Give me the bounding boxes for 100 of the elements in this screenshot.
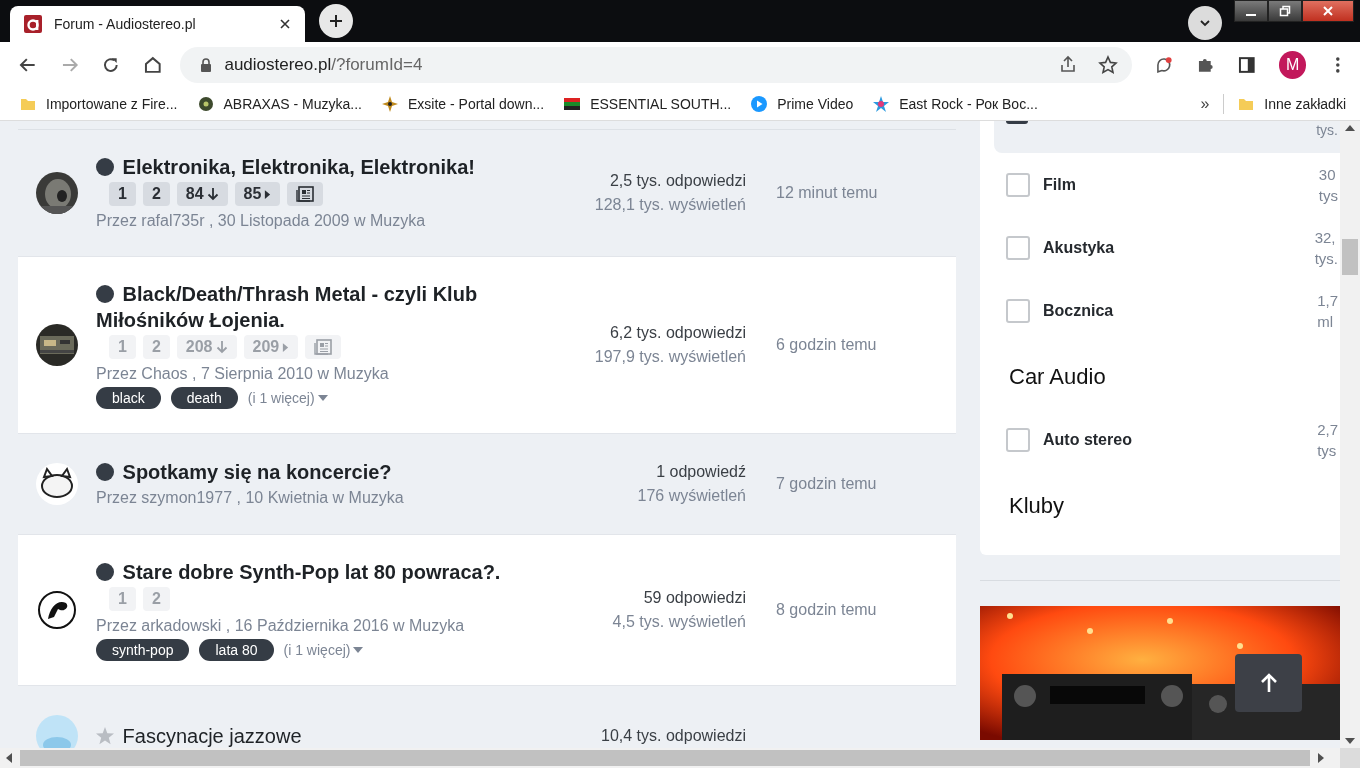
bookmark[interactable]: Importowane z Fire... bbox=[20, 96, 178, 112]
topic-title[interactable]: Elektronika, Elektronika, Elektronika! bbox=[96, 154, 532, 180]
section-heading: Car Audio bbox=[1008, 363, 1107, 391]
minimize-icon bbox=[1246, 14, 1256, 16]
topic-meta: Przez arkadowski , 16 Października 2016 w Muzyka bbox=[96, 616, 466, 636]
new-tab-button[interactable] bbox=[319, 4, 353, 38]
reply-count: 2,5 tys. odpowiedzi bbox=[608, 171, 746, 191]
forum-name[interactable]: Auto stereo bbox=[1043, 430, 1305, 449]
profile-button[interactable]: M bbox=[1278, 51, 1307, 79]
reply-count: 1 odpowiedź bbox=[655, 462, 746, 482]
page-link[interactable] bbox=[287, 182, 324, 206]
last-post-time[interactable]: 8 godzin temu bbox=[776, 601, 877, 618]
close-icon[interactable] bbox=[279, 18, 291, 30]
restore-icon bbox=[1279, 5, 1291, 17]
post-count: tys. bbox=[1314, 248, 1338, 269]
scroll-down-icon[interactable] bbox=[1345, 738, 1355, 744]
bookmark[interactable]: ESSENTIAL SOUTH... bbox=[564, 96, 732, 112]
reply-count: 10,4 tys. odpowiedzi bbox=[600, 726, 746, 746]
forum-name[interactable]: Akustyka bbox=[1043, 238, 1302, 257]
tag[interactable]: lata 80 bbox=[199, 639, 274, 661]
close-window-button[interactable] bbox=[1302, 0, 1354, 22]
scroll-up-icon[interactable] bbox=[1345, 125, 1355, 131]
checkbox[interactable] bbox=[1006, 172, 1030, 197]
unread-dot-icon bbox=[96, 563, 114, 581]
triangle-right-icon bbox=[264, 188, 272, 200]
scrollbar-thumb[interactable] bbox=[1342, 239, 1358, 275]
bookmark[interactable]: Exsite - Portal down... bbox=[382, 96, 545, 112]
reply-count: 6,2 tys. odpowiedzi bbox=[608, 323, 746, 343]
topic-title[interactable]: Spotkamy się na koncercie? bbox=[96, 459, 532, 485]
close-icon bbox=[1322, 5, 1334, 17]
scroll-right-icon[interactable] bbox=[1318, 753, 1324, 763]
tab-search-button[interactable] bbox=[1188, 6, 1222, 40]
post-count: 2,7 bbox=[1317, 419, 1338, 440]
horizontal-scrollbar[interactable] bbox=[0, 748, 1360, 768]
bookmarks-overflow-button[interactable]: » bbox=[1200, 95, 1210, 113]
bookmark[interactable]: Prime Video bbox=[751, 96, 854, 112]
page-link[interactable]: 1 bbox=[109, 182, 136, 206]
more-tags-link[interactable]: (i 1 więcej) bbox=[283, 642, 364, 658]
bookmark-star-icon[interactable] bbox=[1098, 55, 1119, 75]
url-text: audiostereo.pl/?forumId=4 bbox=[224, 55, 423, 75]
page-link[interactable]: 2 bbox=[142, 182, 170, 206]
reload-icon[interactable] bbox=[101, 55, 121, 75]
post-count: ml bbox=[1317, 311, 1333, 332]
flag-icon bbox=[564, 96, 581, 112]
scroll-to-top-button[interactable] bbox=[1235, 654, 1302, 712]
unread-dot-icon bbox=[96, 285, 114, 303]
post-count: 30 bbox=[1318, 164, 1336, 185]
bookmark[interactable]: East Rock - Рок Вос... bbox=[873, 96, 1038, 112]
lock-icon bbox=[200, 58, 213, 72]
star-icon bbox=[873, 96, 890, 112]
topic-meta: Przez rafal735r , 30 Listopada 2009 w Muzyka bbox=[96, 211, 427, 231]
page-link[interactable]: 85 bbox=[234, 182, 281, 206]
post-count: 32, bbox=[1314, 227, 1336, 248]
post-count: tys bbox=[1317, 440, 1337, 461]
tab-title: Forum - Audiostereo.pl bbox=[54, 16, 197, 32]
document-icon bbox=[314, 339, 333, 355]
minimize-button[interactable] bbox=[1234, 0, 1268, 22]
checkbox[interactable] bbox=[1006, 298, 1030, 323]
play-icon bbox=[751, 96, 768, 112]
other-bookmarks[interactable]: Inne zakładki bbox=[1238, 96, 1346, 112]
triangle-right-icon bbox=[282, 341, 290, 353]
topic-title[interactable]: Stare dobre Synth-Pop lat 80 powraca?. bbox=[96, 559, 532, 585]
tag[interactable]: black bbox=[96, 387, 161, 409]
page-link[interactable]: 84 bbox=[176, 182, 228, 206]
topic-title[interactable]: Black/Death/Thrash Metal - czyli Klub Miłośników Łojenia. bbox=[96, 281, 532, 333]
view-count: 4,5 tys. wyświetleń bbox=[611, 612, 746, 632]
site-logo-icon bbox=[24, 15, 42, 33]
document-icon bbox=[296, 186, 315, 202]
view-count: 128,1 tys. wyświetleń bbox=[593, 195, 746, 215]
restore-button[interactable] bbox=[1268, 0, 1302, 22]
vertical-scrollbar[interactable] bbox=[1340, 121, 1360, 748]
unread-dot-icon bbox=[96, 463, 114, 481]
last-post-time[interactable]: 6 godzin temu bbox=[776, 336, 877, 353]
checkbox[interactable] bbox=[1006, 427, 1030, 452]
home-icon[interactable] bbox=[142, 55, 163, 75]
address-bar[interactable]: audiostereo.pl/?forumId=4 bbox=[180, 47, 1133, 83]
star-icon bbox=[96, 727, 114, 745]
tag[interactable]: synth-pop bbox=[96, 639, 190, 661]
caret-icon bbox=[1199, 17, 1211, 29]
arrow-down-icon bbox=[206, 187, 219, 201]
unread-dot-icon bbox=[96, 158, 114, 176]
tag[interactable]: death bbox=[170, 387, 238, 409]
topic-meta: Przez Chaos , 7 Sierpnia 2010 w Muzyka bbox=[96, 364, 390, 384]
extension-icon[interactable] bbox=[1154, 55, 1174, 75]
arrow-down-icon bbox=[215, 340, 228, 354]
caret-icon bbox=[317, 395, 328, 401]
view-count: 197,9 tys. wyświetleń bbox=[593, 347, 746, 367]
more-tags-link[interactable]: (i 1 więcej) bbox=[247, 390, 328, 406]
post-count: tys bbox=[1318, 185, 1338, 206]
disc-icon bbox=[197, 96, 214, 112]
side-panel-icon[interactable] bbox=[1237, 55, 1257, 75]
topic-title[interactable]: Fascynacje jazzowe bbox=[96, 723, 532, 748]
browser-tab[interactable]: Forum - Audiostereo.pl bbox=[10, 6, 305, 42]
bookmark[interactable]: ABRAXAS - Muzyka... bbox=[197, 96, 362, 112]
scrollbar-corner bbox=[1340, 748, 1360, 768]
checkbox[interactable] bbox=[1006, 235, 1030, 260]
post-count: 1,7 bbox=[1317, 290, 1338, 311]
forum-name[interactable]: Film bbox=[1043, 175, 1306, 194]
forum-name[interactable]: Bocznica bbox=[1043, 301, 1305, 320]
scroll-left-icon[interactable] bbox=[6, 753, 12, 763]
